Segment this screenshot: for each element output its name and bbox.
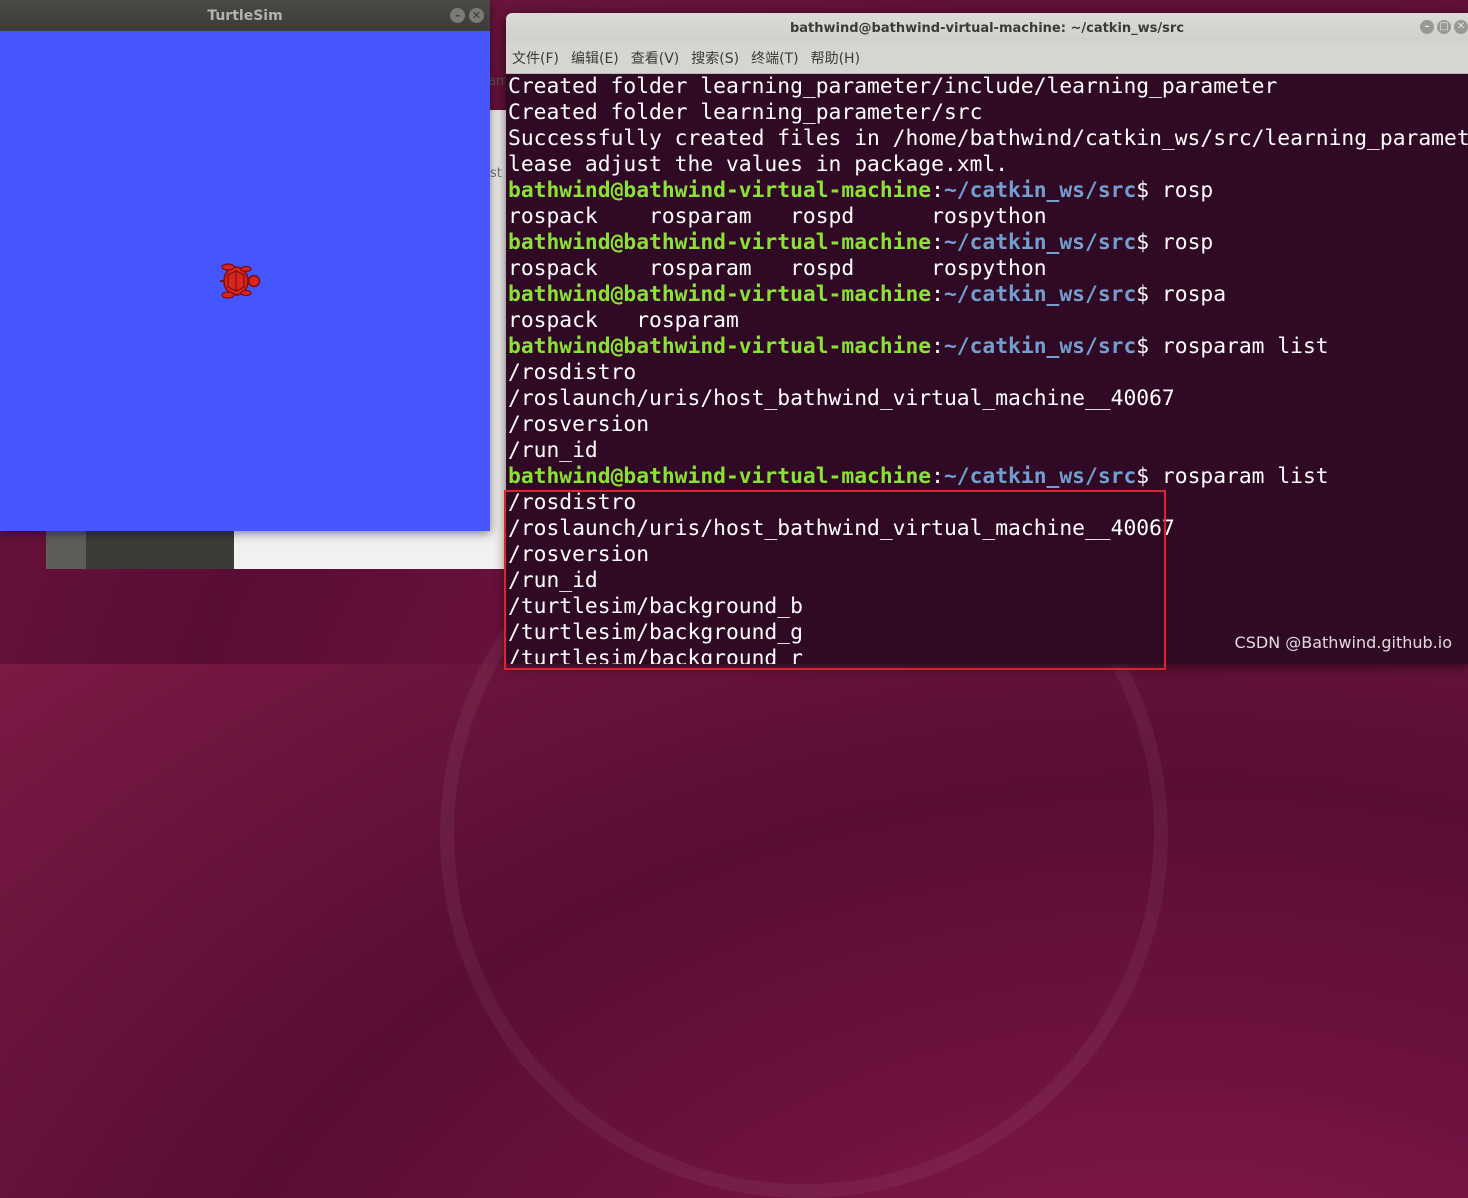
command-text: rosparam list: [1149, 334, 1329, 359]
command-text: rosparam list: [1149, 464, 1329, 489]
terminal-output-line: rospack rosparam: [508, 308, 739, 333]
command-text: rospa: [1149, 282, 1227, 307]
prompt-separator: :: [931, 464, 944, 489]
turtlesim-window[interactable]: TurtleSim – ✕: [0, 0, 490, 531]
turtlesim-titlebar[interactable]: TurtleSim – ✕: [0, 0, 490, 31]
prompt-path: ~/catkin_ws/src: [943, 178, 1137, 203]
terminal-output-line: Created folder learning_parameter/src: [508, 100, 983, 125]
terminal-window[interactable]: bathwind@bathwind-virtual-machine: ~/cat…: [506, 13, 1468, 664]
prompt-path: ~/catkin_ws/src: [943, 334, 1137, 359]
prompt-path: ~/catkin_ws/src: [943, 464, 1137, 489]
prompt-symbol: $: [1136, 464, 1150, 489]
prompt-symbol: $: [1136, 230, 1150, 255]
command-text: rosp: [1149, 230, 1214, 255]
turtle-icon: [220, 263, 261, 299]
prompt-separator: :: [931, 178, 944, 203]
terminal-output-line: /rosversion: [508, 412, 650, 437]
prompt-user: bathwind@bathwind-virtual-machine: [508, 178, 932, 203]
prompt-user: bathwind@bathwind-virtual-machine: [508, 230, 932, 255]
background-window-panel-darker: [86, 531, 234, 569]
terminal-command-line: bathwind@bathwind-virtual-machine:~/catk…: [508, 282, 1468, 308]
background-window-edge-text-2: st: [490, 166, 502, 181]
prompt-path: ~/catkin_ws/src: [943, 282, 1137, 307]
terminal-command-line: bathwind@bathwind-virtual-machine:~/catk…: [508, 334, 1468, 360]
prompt-separator: :: [931, 230, 944, 255]
turtlesim-canvas: [0, 31, 490, 531]
menu-search[interactable]: 搜索(S): [691, 48, 739, 68]
terminal-output-line: rospack rosparam rospd rospython: [508, 204, 1047, 229]
terminal-output[interactable]: Created folder learning_parameter/includ…: [508, 74, 1468, 664]
terminal-output-line: /rosversion: [508, 542, 650, 567]
terminal-output-line: /turtlesim/background_b: [508, 594, 803, 619]
prompt-user: bathwind@bathwind-virtual-machine: [508, 282, 932, 307]
prompt-path: ~/catkin_ws/src: [943, 230, 1137, 255]
terminal-output-line: /rosdistro: [508, 490, 637, 515]
terminal-output-line: rospack rosparam rospd rospython: [508, 256, 1047, 281]
menu-terminal[interactable]: 终端(T): [751, 48, 798, 68]
command-text: rosp: [1149, 178, 1214, 203]
terminal-output-line: /roslaunch/uris/host_bathwind_virtual_ma…: [508, 516, 1175, 541]
terminal-output-line: /run_id: [508, 568, 598, 593]
terminal-command-line: bathwind@bathwind-virtual-machine:~/catk…: [508, 178, 1468, 204]
terminal-output-line: /rosdistro: [508, 360, 637, 385]
terminal-output-line: /roslaunch/uris/host_bathwind_virtual_ma…: [508, 386, 1175, 411]
menu-view[interactable]: 查看(V): [631, 48, 680, 68]
terminal-output-line: Successfully created files in /home/bath…: [508, 126, 1468, 151]
prompt-symbol: $: [1136, 282, 1150, 307]
watermark: CSDN @Bathwind.github.io: [1234, 633, 1452, 652]
terminal-titlebar[interactable]: bathwind@bathwind-virtual-machine: ~/cat…: [506, 13, 1468, 43]
prompt-separator: :: [931, 282, 944, 307]
turtlesim-title: TurtleSim: [207, 7, 283, 24]
close-icon[interactable]: ✕: [1454, 20, 1468, 34]
prompt-symbol: $: [1136, 334, 1150, 359]
maximize-icon[interactable]: □: [1437, 20, 1451, 34]
menu-help[interactable]: 帮助(H): [811, 48, 860, 68]
terminal-output-line: /run_id: [508, 438, 598, 463]
close-icon[interactable]: ✕: [469, 8, 484, 23]
background-window-panel-dark: [46, 531, 86, 569]
menu-file[interactable]: 文件(F): [512, 48, 559, 68]
terminal-output-line: lease adjust the values in package.xml.: [508, 152, 1009, 177]
prompt-user: bathwind@bathwind-virtual-machine: [508, 464, 932, 489]
terminal-menubar: 文件(F) 编辑(E) 查看(V) 搜索(S) 终端(T) 帮助(H): [506, 43, 1468, 74]
terminal-command-line: bathwind@bathwind-virtual-machine:~/catk…: [508, 230, 1468, 256]
terminal-command-line: bathwind@bathwind-virtual-machine:~/catk…: [508, 464, 1468, 490]
menu-edit[interactable]: 编辑(E): [571, 48, 619, 68]
prompt-user: bathwind@bathwind-virtual-machine: [508, 334, 932, 359]
terminal-output-line: Created folder learning_parameter/includ…: [508, 74, 1278, 99]
minimize-icon[interactable]: –: [1420, 20, 1434, 34]
minimize-icon[interactable]: –: [450, 8, 465, 23]
prompt-symbol: $: [1136, 178, 1150, 203]
prompt-separator: :: [931, 334, 944, 359]
terminal-title: bathwind@bathwind-virtual-machine: ~/cat…: [789, 20, 1185, 36]
